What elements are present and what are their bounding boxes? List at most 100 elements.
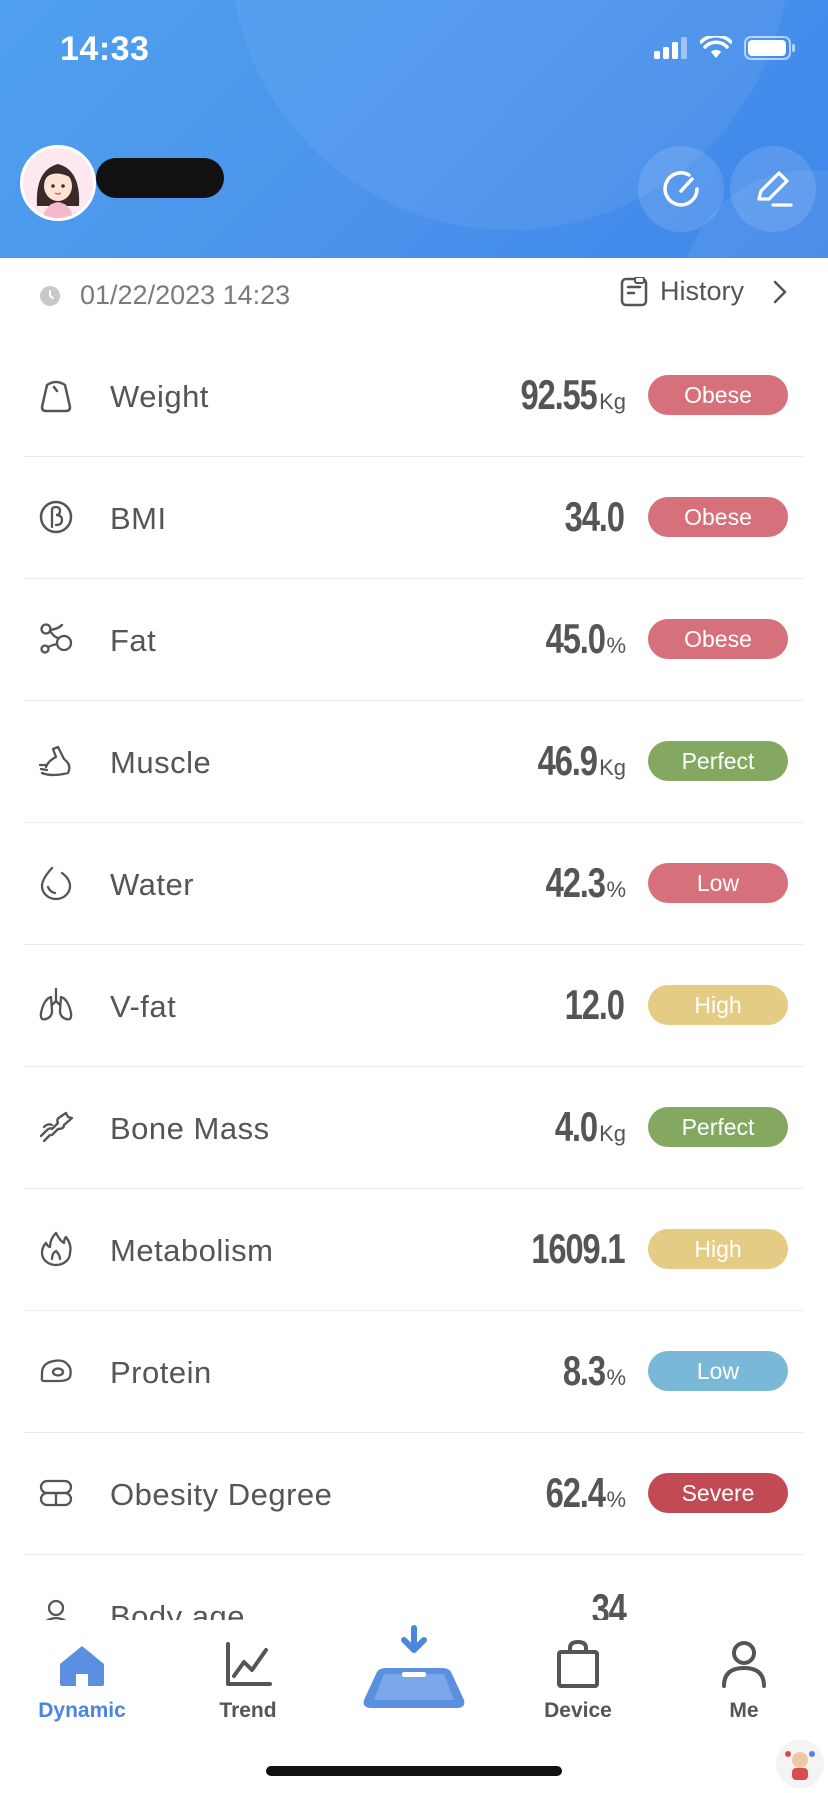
status-badge: Severe [648, 1473, 788, 1513]
metric-value: 45.0 % [529, 615, 626, 663]
metric-row-vfat[interactable]: V-fat 12.0 High [24, 945, 804, 1067]
metric-unit: Kg [599, 389, 626, 414]
metric-row-metabolism[interactable]: Metabolism 1609.1 High [24, 1189, 804, 1311]
bone-icon [39, 1111, 74, 1143]
status-badge: High [648, 1229, 788, 1269]
scale-icon [363, 1625, 465, 1708]
metric-number: 12.0 [564, 981, 625, 1028]
wifi-icon [700, 36, 732, 58]
metric-value: 62.4 % [529, 1469, 626, 1517]
tab-label: Trend [219, 1699, 277, 1722]
metric-unit: Kg [599, 755, 626, 780]
mascot-icon [777, 1741, 823, 1787]
metric-number: 92.55 [520, 371, 598, 418]
metric-unit: % [606, 1365, 626, 1390]
status-time: 14:33 [60, 30, 150, 68]
metric-number: 42.3 [545, 859, 605, 906]
metric-row-muscle[interactable]: Muscle 46.9 Kg Perfect [24, 701, 804, 823]
refresh-icon [663, 171, 699, 207]
edit-icon [757, 171, 793, 207]
obesity-icon [39, 1479, 73, 1507]
status-badge: Perfect [648, 741, 788, 781]
history-label: History [659, 276, 744, 306]
metric-row-weight[interactable]: Weight 92.55 Kg Obese [24, 335, 804, 457]
muscle-icon [38, 745, 71, 777]
status-badge: Perfect [648, 1107, 788, 1147]
profile-icon [722, 1641, 766, 1688]
metric-value: 1609.1 [505, 1225, 626, 1273]
status-badge: Obese [648, 619, 788, 659]
metric-number: 45.0 [545, 615, 605, 662]
metric-label: Weight [110, 379, 209, 414]
refresh-button[interactable] [638, 146, 724, 232]
metric-unit: Kg [599, 1121, 626, 1146]
history-link[interactable]: History [620, 276, 790, 307]
metric-value: 42.3 % [529, 859, 626, 907]
tab-trend[interactable]: Trend [188, 1640, 308, 1723]
metric-label: Protein [110, 1355, 212, 1390]
water-icon [40, 866, 72, 901]
metric-row-bone-mass[interactable]: Bone Mass 4.0 Kg Perfect [24, 1067, 804, 1189]
metric-value: 46.9 Kg [521, 737, 626, 785]
metric-label: Fat [110, 623, 157, 658]
avatar[interactable] [20, 145, 96, 221]
metric-label: BMI [110, 501, 167, 536]
measurement-date-row: 01/22/2023 14:23 History [0, 258, 828, 334]
metric-number: 46.9 [537, 737, 598, 784]
weight-icon [40, 380, 72, 413]
status-icons [654, 36, 796, 60]
avatar-image [23, 148, 93, 218]
edit-button[interactable] [730, 146, 816, 232]
chevron-right-icon [773, 280, 787, 303]
metric-label: V-fat [110, 989, 177, 1024]
metric-unit: % [606, 877, 626, 902]
bag-icon [557, 1639, 599, 1688]
flame-icon [40, 1231, 72, 1267]
signal-icon [654, 37, 687, 59]
scale-weigh-button[interactable] [354, 1622, 474, 1723]
metric-label: Muscle [110, 745, 212, 780]
metric-unit: % [606, 633, 626, 658]
metric-label: Metabolism [110, 1233, 274, 1268]
home-icon [60, 1646, 104, 1686]
metric-row-protein[interactable]: Protein 8.3 % Low [24, 1311, 804, 1433]
metric-value: 34.0 [548, 493, 626, 541]
metric-row-obesity-degree[interactable]: Obesity Degree 62.4 % Severe [24, 1433, 804, 1555]
status-badge: Obese [648, 497, 788, 537]
floating-avatar[interactable] [776, 1740, 824, 1788]
metric-number: 4.0 [555, 1103, 598, 1150]
bmi-icon [39, 500, 73, 534]
protein-icon [40, 1359, 72, 1383]
status-badge: Low [648, 863, 788, 903]
tab-me[interactable]: Me [684, 1640, 804, 1723]
metric-label: Bone Mass [110, 1111, 270, 1146]
metric-number: 8.3 [562, 1347, 605, 1394]
metric-value: 12.0 [548, 981, 626, 1029]
home-indicator [266, 1766, 562, 1776]
tab-dynamic[interactable]: Dynamic [22, 1640, 142, 1723]
tab-label: Me [729, 1699, 759, 1722]
metric-row-bmi[interactable]: BMI 34.0 Obese [24, 457, 804, 579]
tab-label: Dynamic [38, 1699, 126, 1722]
fat-icon [40, 623, 73, 654]
status-badge: High [648, 985, 788, 1025]
metric-value: 4.0 Kg [543, 1103, 626, 1151]
redacted-username [96, 158, 224, 198]
metric-number: 62.4 [545, 1469, 605, 1516]
measurement-datetime: 01/22/2023 14:23 [80, 280, 291, 310]
metric-number: 1609.1 [530, 1225, 625, 1272]
metric-number: 34.0 [564, 493, 625, 540]
metric-row-water[interactable]: Water 42.3 % Low [24, 823, 804, 945]
metric-value: 92.55 Kg [499, 371, 626, 419]
metric-unit: % [606, 1487, 626, 1512]
metric-row-fat[interactable]: Fat 45.0 % Obese [24, 579, 804, 701]
metric-value: 8.3 % [551, 1347, 626, 1395]
metrics-list: Weight 92.55 Kg Obese BMI 34.0 Obese Fat… [24, 335, 804, 1676]
tab-device[interactable]: Device [518, 1639, 638, 1723]
tab-label: Device [544, 1699, 612, 1722]
clock-icon [40, 286, 60, 306]
metric-label: Obesity Degree [110, 1477, 333, 1512]
status-badge: Low [648, 1351, 788, 1391]
status-badge: Obese [648, 375, 788, 415]
history-icon [620, 276, 648, 306]
